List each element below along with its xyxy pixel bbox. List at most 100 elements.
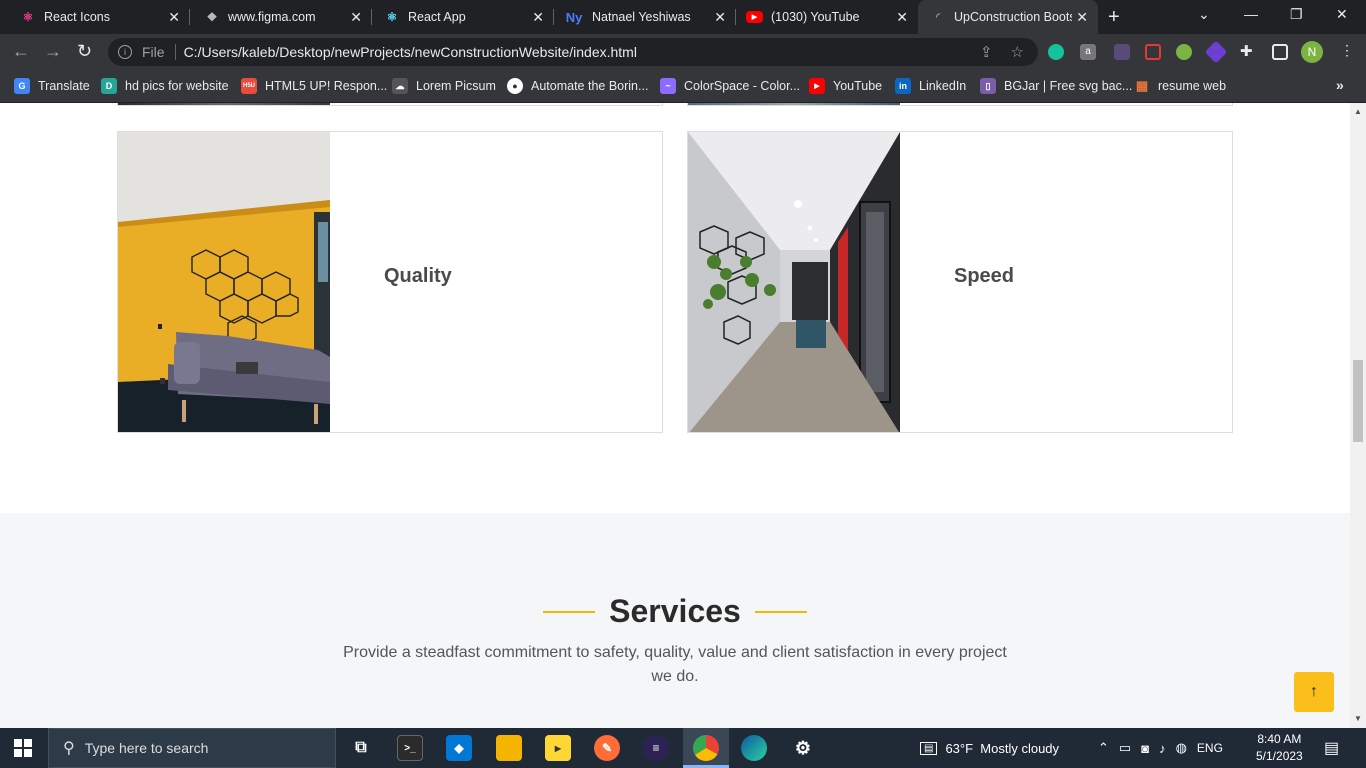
url-text[interactable]: C:/Users/kaleb/Desktop/newProjects/newCo…	[184, 44, 637, 60]
menu-kebab-icon[interactable]: ⋮	[1340, 42, 1354, 59]
tab-label: React App	[408, 10, 466, 24]
settings-gear-icon[interactable]: ⚙	[790, 735, 816, 761]
taskbar-clock[interactable]: 8:40 AM 5/1/2023	[1256, 731, 1303, 765]
clock-date: 5/1/2023	[1256, 749, 1303, 763]
scroll-up-icon[interactable]: ▲	[1354, 107, 1362, 116]
weather-widget[interactable]: ▤ 63°F Mostly cloudy	[920, 728, 1059, 768]
close-icon[interactable]: ✕	[350, 9, 362, 26]
tab-react-app[interactable]: ⚛ React App ✕	[372, 0, 554, 34]
info-icon[interactable]: i	[118, 45, 132, 59]
kmplayer-icon[interactable]: ▶	[545, 735, 571, 761]
hallway-photo	[688, 132, 900, 432]
tab-react-icons[interactable]: ⚛ React Icons ✕	[0, 0, 190, 34]
share-icon[interactable]: ⇪	[980, 43, 993, 61]
bookmark-linkedin[interactable]: in LinkedIn	[895, 78, 966, 94]
card-title: Speed	[954, 265, 1015, 287]
clock-time: 8:40 AM	[1257, 732, 1302, 746]
new-tab-plus-icon[interactable]: +	[1108, 6, 1120, 29]
back-to-top-button[interactable]: ↑	[1294, 672, 1334, 712]
ny-icon: Ny	[565, 9, 583, 25]
bookmark-automate[interactable]: ● Automate the Borin...	[507, 78, 648, 94]
green-plus-extension-icon[interactable]	[1176, 44, 1192, 60]
tab-youtube[interactable]: ▶ (1030) YouTube ✕	[736, 0, 918, 34]
minimize-icon[interactable]: —	[1244, 6, 1258, 22]
services-heading: Services	[0, 593, 1350, 630]
forward-icon[interactable]: →	[44, 41, 62, 62]
tab-upconstruction[interactable]: ◜ UpConstruction Bootst ✕	[918, 0, 1098, 34]
bookmark-resume-web[interactable]: ▦ resume web	[1134, 78, 1226, 94]
a-extension-icon[interactable]: a	[1080, 44, 1096, 60]
arrow-up-icon: ↑	[1310, 683, 1318, 700]
bookmark-colorspace[interactable]: ~ ColorSpace - Color...	[660, 78, 800, 94]
colorspace-icon: ~	[660, 78, 676, 94]
terminal-icon[interactable]: >_	[397, 735, 423, 761]
close-icon[interactable]: ✕	[1076, 9, 1088, 26]
edge-icon[interactable]	[741, 735, 767, 761]
chrome-icon[interactable]	[693, 735, 719, 761]
bookmark-star-icon[interactable]: ☆	[1011, 43, 1024, 61]
bookmark-youtube[interactable]: ▶ YouTube	[809, 78, 882, 94]
chevron-up-icon[interactable]: ⌃	[1098, 740, 1109, 756]
file-scheme-label: File	[142, 44, 165, 60]
scroll-down-icon[interactable]: ▼	[1354, 714, 1362, 723]
page-viewport: Quality Speed Services Provide a steadfa…	[0, 103, 1350, 728]
reload-icon[interactable]: ↻	[77, 41, 92, 62]
hallway-photo-svg	[688, 132, 900, 432]
search-placeholder: Type here to search	[84, 740, 209, 756]
vscode-icon[interactable]: ◆	[446, 735, 472, 761]
file-explorer-icon[interactable]	[496, 735, 522, 761]
bookmark-label: YouTube	[833, 79, 883, 93]
bookmark-label: Lorem Picsum	[416, 79, 496, 93]
close-icon[interactable]: ✕	[896, 9, 908, 26]
bookmark-label: LinkedIn	[919, 79, 967, 93]
task-view-icon[interactable]: ⧉	[348, 735, 374, 761]
red-extension-icon[interactable]	[1145, 44, 1161, 60]
bookmark-lorem-picsum[interactable]: ☁ Lorem Picsum	[392, 78, 496, 94]
eclipse-icon[interactable]: ≡	[643, 735, 669, 761]
address-bar[interactable]: i File C:/Users/kaleb/Desktop/newProject…	[108, 38, 1038, 66]
bookmark-translate[interactable]: G Translate	[14, 78, 90, 94]
side-panel-icon[interactable]	[1272, 44, 1288, 60]
language-indicator[interactable]: ENG	[1197, 741, 1223, 755]
puzzle-extensions-icon[interactable]: ✚	[1240, 42, 1256, 60]
react-icon: ⚛	[22, 10, 34, 24]
window-close-icon[interactable]: ✕	[1336, 6, 1348, 23]
services-section: Services Provide a steadfast commitment …	[0, 513, 1350, 728]
cropped-photo	[118, 103, 330, 105]
bookmark-bgjar[interactable]: ▯ BGJar | Free svg bac...	[980, 78, 1132, 94]
page-scrollbar[interactable]: ▲ ▼	[1350, 103, 1366, 728]
camera-icon[interactable]: ◙	[1141, 741, 1149, 756]
tab-natnael[interactable]: Ny Natnael Yeshiwas ✕	[554, 0, 736, 34]
close-icon[interactable]: ✕	[714, 9, 726, 26]
globe-icon: ●	[507, 78, 523, 94]
tab-search-chevron-icon[interactable]: ⌄	[1198, 6, 1210, 23]
postman-icon[interactable]: ✎	[594, 735, 620, 761]
react-icon: ⚛	[386, 10, 398, 24]
close-icon[interactable]: ✕	[532, 9, 544, 26]
battery-icon[interactable]: ▭	[1119, 740, 1131, 756]
windows-start-icon[interactable]	[14, 739, 32, 757]
purple-extension-icon[interactable]	[1204, 40, 1228, 64]
grid-icon: ▦	[1135, 78, 1149, 93]
bookmark-html5up[interactable]: H5U HTML5 UP! Respon...	[241, 78, 387, 94]
scroll-thumb[interactable]	[1353, 360, 1363, 442]
network-globe-icon[interactable]: ◍	[1176, 740, 1187, 756]
back-icon[interactable]: ←	[12, 41, 30, 62]
tab-figma[interactable]: ❖ www.figma.com ✕	[190, 0, 372, 34]
previous-card-right	[687, 103, 1233, 106]
bookmark-label: resume web	[1158, 79, 1227, 93]
taskbar-search[interactable]: ⚲ Type here to search	[48, 728, 336, 768]
volume-icon[interactable]: ♪	[1159, 741, 1166, 756]
heading-accent-line	[754, 610, 807, 613]
grammarly-extension-icon[interactable]	[1048, 44, 1064, 60]
notifications-icon[interactable]: ▤	[1324, 728, 1339, 768]
bookmarks-overflow-icon[interactable]: »	[1336, 77, 1344, 93]
cat-extension-icon[interactable]	[1114, 44, 1130, 60]
close-icon[interactable]: ✕	[168, 9, 180, 26]
restore-icon[interactable]: ❐	[1290, 6, 1303, 23]
feature-card-speed: Speed	[687, 131, 1233, 433]
cropped-photo	[688, 103, 900, 105]
profile-avatar[interactable]: N	[1301, 41, 1323, 63]
youtube-icon: ▶	[746, 11, 763, 23]
bookmark-hd-pics[interactable]: Dhd pics for website	[101, 78, 229, 94]
